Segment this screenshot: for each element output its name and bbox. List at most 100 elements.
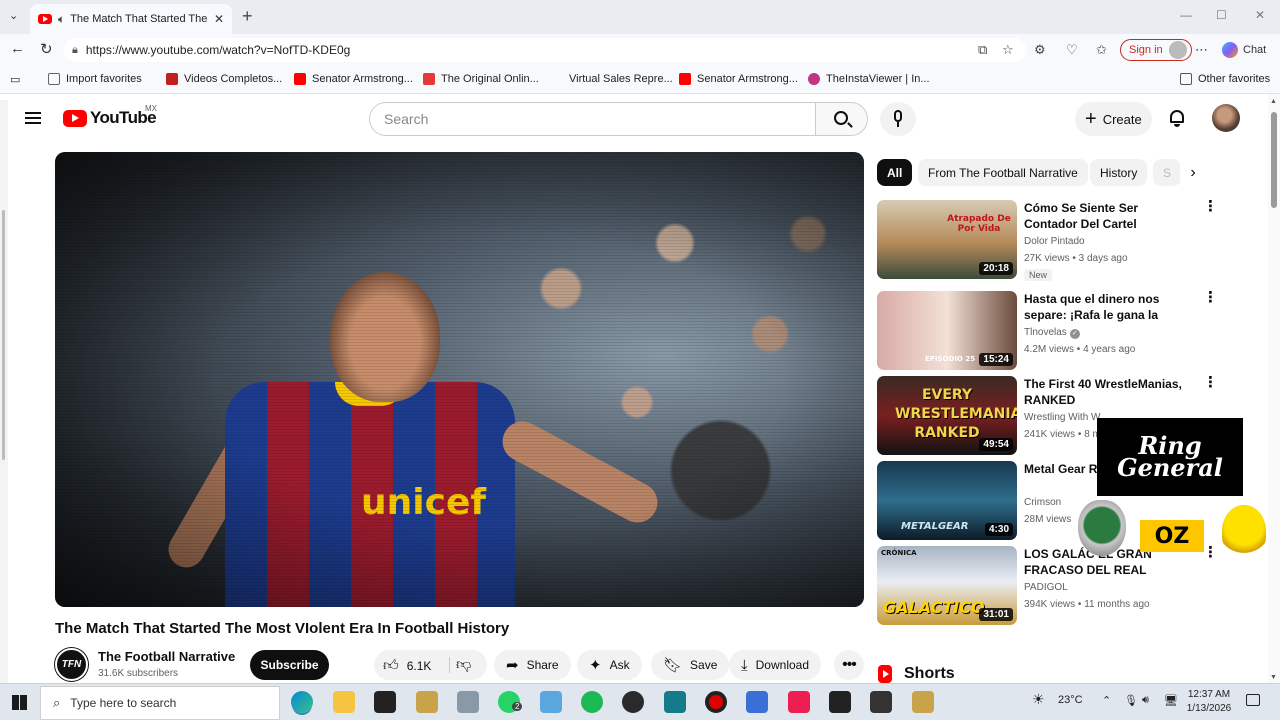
page-scrollbar[interactable]: ▲ ▼ [1268,94,1280,683]
notification-center-icon[interactable] [1246,694,1260,706]
channel-name[interactable]: Wrestling With W [1024,412,1101,423]
taskbar-search-input[interactable]: ⌕ Type here to search [40,686,280,720]
favorite-item[interactable]: Videos Completos... [166,73,282,85]
search-button[interactable] [815,102,868,136]
close-tab-icon[interactable]: ✕ [214,12,224,26]
recommended-video[interactable]: EPISODIO 25 15:24 Hasta que el dinero no… [877,290,1227,371]
copilot-chat-button[interactable]: Chat [1222,42,1266,58]
favorites-menu-icon[interactable]: ▭ [10,73,20,86]
microphone-tray-icon[interactable]: 🎙︎ [1124,694,1138,707]
subscribe-button[interactable]: Subscribe [250,650,329,680]
network-icon[interactable]: 🖥︎ [1164,694,1178,707]
favorite-item[interactable]: TheInstaViewer | In... [808,73,930,85]
other-favorites[interactable]: Other favorites [1180,73,1270,85]
chevron-right-icon[interactable]: › [1180,160,1206,186]
chip-all[interactable]: All [877,159,913,186]
app-available-icon[interactable]: ⧉ [978,42,987,58]
channel-name[interactable]: Crimson [1024,497,1061,508]
favorite-item[interactable]: Virtual Sales Repre... [551,73,673,85]
channel-name[interactable]: The Football Narrative [98,649,235,664]
channel-name[interactable]: Dolor Pintado [1024,236,1085,247]
video-thumbnail[interactable]: CRÓNICA GALACTICO 31:01 [877,546,1017,625]
windows-start-icon[interactable] [12,695,27,710]
league-client-icon[interactable] [416,691,438,713]
favorite-item[interactable]: The Original Onlin... [423,73,539,85]
volume-icon[interactable]: 🔊︎ [1142,694,1149,707]
weather-icon[interactable]: ☀ [1032,691,1045,708]
new-tab-icon[interactable]: + [242,6,253,27]
dislike-button[interactable]: 👎︎ [456,656,471,674]
like-button[interactable]: 👍︎ 6.1K [383,657,431,675]
file-explorer-icon[interactable] [333,691,355,713]
app-icon[interactable] [870,691,892,713]
tiktok-icon[interactable] [788,691,810,713]
epic-games-icon[interactable] [374,691,396,713]
spotify-icon[interactable] [581,691,603,713]
video-title[interactable]: Hasta que el dinero nos separe: ¡Rafa le… [1024,291,1194,323]
download-button[interactable]: ⤓ Download [729,650,822,680]
league-client-icon[interactable] [912,691,934,713]
ask-button[interactable]: ✦ Ask [577,650,642,680]
record-icon[interactable] [705,691,727,713]
save-button[interactable]: 🔖︎ Save [651,650,730,680]
app-icon[interactable] [540,691,562,713]
voice-search-button[interactable] [880,102,916,136]
minimize-icon[interactable]: — [1180,8,1192,22]
refresh-icon[interactable]: ↻ [40,40,53,58]
favorite-star-icon[interactable]: ☆ [1002,42,1014,58]
url-field[interactable]: 🔒︎ https://www.youtube.com/watch?v=NofTD… [64,38,1026,62]
close-window-icon[interactable]: ✕ [1255,8,1265,22]
audio-levels-icon[interactable] [829,691,851,713]
edge-browser-icon[interactable] [291,691,313,713]
speaker-icon[interactable]: 🔈︎ [58,12,65,27]
browser-tab[interactable]: 🔈︎ The Match That Started The M ✕ [30,4,232,34]
favorite-item[interactable]: Senator Armstrong... [679,73,798,85]
video-title[interactable]: The First 40 WrestleManias, RANKED [1024,376,1194,408]
app-icon[interactable] [664,691,686,713]
share-button[interactable]: ➦ Share [494,650,571,680]
system-clock[interactable]: 12:37 AM 1/13/2026 [1184,688,1234,716]
tab-list-dropdown-icon[interactable]: ⌄ [9,9,18,22]
whatsapp-icon[interactable]: 2 [498,691,523,713]
youtube-logo[interactable]: YouTube MX [63,104,157,128]
more-vertical-icon[interactable]: ⋮ [1203,290,1218,305]
menu-icon[interactable] [25,112,41,124]
recommended-video[interactable]: Atrapado De Por Vida 20:18 Cómo Se Sient… [877,199,1227,281]
create-button[interactable]: + Create [1075,102,1152,136]
back-icon[interactable]: ← [10,40,25,57]
browser-essentials-icon[interactable]: ♡ [1066,42,1078,58]
chip-history[interactable]: History [1090,159,1148,186]
recommended-video[interactable]: CRÓNICA GALACTICO 31:01 LOS GALÁC EL GRA… [877,545,1227,626]
favorite-item[interactable]: Senator Armstrong... [294,73,413,85]
more-vertical-icon[interactable]: ⋮ [1203,199,1218,214]
video-thumbnail[interactable]: METALGEAR 4:30 [877,461,1017,540]
maximize-icon[interactable]: ☐ [1216,8,1227,22]
temperature[interactable]: 23°C [1058,694,1083,706]
channel-avatar[interactable]: TFN [55,648,88,681]
extensions-icon[interactable]: ⚙ [1034,42,1046,58]
more-options-icon[interactable]: ⋯ [1195,42,1208,58]
scroll-down-icon[interactable]: ▼ [1270,674,1277,681]
more-actions-button[interactable]: ••• [834,650,864,680]
chip-from-channel[interactable]: From The Football Narrative [918,159,1088,186]
scroll-up-icon[interactable]: ▲ [1270,98,1277,105]
channel-name[interactable]: PADIGOL [1024,582,1068,593]
user-avatar[interactable] [1212,104,1240,132]
show-hidden-icons-icon[interactable]: ⌃ [1102,694,1111,707]
favorites-icon[interactable]: ✩ [1096,42,1107,58]
favorite-item[interactable]: Import favorites [48,73,142,85]
more-vertical-icon[interactable]: ⋮ [1203,375,1218,390]
video-thumbnail[interactable]: Atrapado De Por Vida 20:18 [877,200,1017,279]
channel-name[interactable]: Tlnovelas [1024,327,1067,338]
video-title[interactable]: Cómo Se Siente Ser Contador Del Cartel [1024,200,1194,232]
video-player[interactable]: unicef [55,152,864,607]
scrollbar-thumb[interactable] [1271,112,1277,208]
left-scrollbar[interactable] [2,210,5,460]
video-thumbnail[interactable]: EVERY WRESTLEMANIA RANKED 49:54 [877,376,1017,455]
more-vertical-icon[interactable]: ⋮ [1203,545,1218,560]
obs-icon[interactable] [622,691,644,713]
notifications-bell-icon[interactable] [1168,108,1186,128]
sign-in-button[interactable]: Sign in [1120,39,1192,61]
video-thumbnail[interactable]: EPISODIO 25 15:24 [877,291,1017,370]
chip-partial[interactable]: S [1153,159,1182,186]
